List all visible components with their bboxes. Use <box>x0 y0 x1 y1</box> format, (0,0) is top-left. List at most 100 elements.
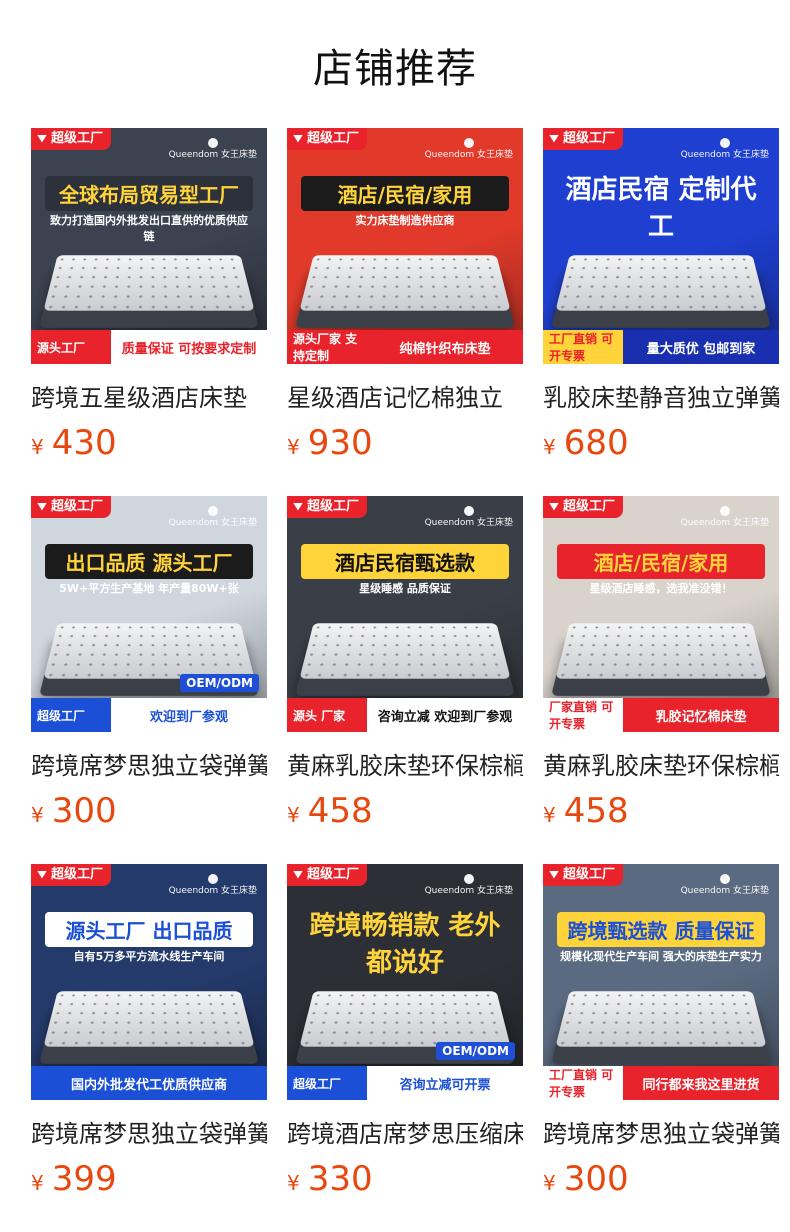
product-price: ¥680 <box>543 423 779 463</box>
super-factory-badge: 超级工厂 <box>31 496 112 518</box>
mattress-illustration <box>43 255 255 311</box>
product-name[interactable]: 跨境席梦思独立袋弹簧 <box>31 1114 267 1149</box>
image-headline: 酒店民宿甄选款 <box>301 544 509 579</box>
product-name[interactable]: 跨境五星级酒店床垫 <box>31 378 267 413</box>
price-value: 458 <box>563 791 629 831</box>
product-name[interactable]: 跨境酒店席梦思压缩床垫 <box>287 1114 523 1149</box>
price-value: 330 <box>307 1159 373 1199</box>
price-value: 300 <box>563 1159 629 1199</box>
product-price: ¥399 <box>31 1159 267 1199</box>
product-price: ¥330 <box>287 1159 523 1199</box>
image-subline: 自有5万多平方流水线生产车间 <box>73 950 225 963</box>
product-image[interactable]: 超级工厂 Queendom 女王床垫 源头工厂 出口品质 自有5万多平方流水线生… <box>31 864 267 1100</box>
footer-left-label: 超级工厂 <box>31 698 111 732</box>
product-card[interactable]: 超级工厂 Queendom 女王床垫 酒店民宿 定制代工 工厂直销 可开专票 量… <box>543 128 779 463</box>
footer-right-label: 纯棉针织布床垫 <box>367 330 523 364</box>
product-card[interactable]: 超级工厂 Queendom 女王床垫 酒店/民宿/家用 星级酒店睡感，选我准没错… <box>543 496 779 831</box>
brand-logo: Queendom 女王床垫 <box>681 138 769 160</box>
super-factory-badge: 超级工厂 <box>287 496 368 518</box>
footer-right-label: 国内外批发代工优质供应商 <box>31 1066 267 1100</box>
product-card[interactable]: 超级工厂 Queendom 女王床垫 跨境甄选款 质量保证 规模化现代生产车间 … <box>543 864 779 1199</box>
image-subline: 规模化现代生产车间 强大的床垫生产实力 <box>560 950 762 963</box>
product-image[interactable]: 超级工厂 Queendom 女王床垫 出口品质 源头工厂 5W+平方生产基地 年… <box>31 496 267 732</box>
product-card[interactable]: 超级工厂 Queendom 女王床垫 酒店民宿甄选款 星级睡感 品质保证 源头 … <box>287 496 523 831</box>
image-background <box>31 128 267 364</box>
badge-label: 超级工厂 <box>307 867 360 882</box>
image-background <box>543 128 779 364</box>
oem-odm-tag: OEM/ODM <box>180 674 259 692</box>
price-value: 300 <box>51 791 117 831</box>
product-name[interactable]: 跨境席梦思独立袋弹簧 <box>31 746 267 781</box>
image-headline: 源头工厂 出口品质 <box>45 912 253 947</box>
image-footer-bar: 工厂直销 可开专票 同行都来我这里进货 <box>543 1066 779 1100</box>
image-headline: 酒店/民宿/家用 <box>557 544 765 579</box>
product-image[interactable]: 超级工厂 Queendom 女王床垫 酒店民宿 定制代工 工厂直销 可开专票 量… <box>543 128 779 364</box>
image-footer-bar: 超级工厂 咨询立减可开票 <box>287 1066 523 1100</box>
badge-label: 超级工厂 <box>51 499 104 514</box>
product-card[interactable]: 超级工厂 Queendom 女王床垫 酒店/民宿/家用 实力床垫制造供应商 源头… <box>287 128 523 463</box>
badge-label: 超级工厂 <box>563 499 616 514</box>
brand-logo: Queendom 女王床垫 <box>425 506 513 528</box>
brand-logo: Queendom 女王床垫 <box>681 506 769 528</box>
image-background <box>31 864 267 1100</box>
mattress-illustration <box>299 623 511 679</box>
diamond-icon <box>293 870 303 879</box>
product-image[interactable]: 超级工厂 Queendom 女王床垫 酒店民宿甄选款 星级睡感 品质保证 源头 … <box>287 496 523 732</box>
currency-symbol: ¥ <box>31 803 44 827</box>
footer-left-label: 源头工厂 <box>31 330 111 364</box>
product-card[interactable]: 超级工厂 Queendom 女王床垫 出口品质 源头工厂 5W+平方生产基地 年… <box>31 496 267 831</box>
product-price: ¥930 <box>287 423 523 463</box>
footer-left-label: 工厂直销 可开专票 <box>543 1066 623 1100</box>
badge-label: 超级工厂 <box>307 499 360 514</box>
product-name[interactable]: 星级酒店记忆棉独立 <box>287 378 523 413</box>
diamond-icon <box>549 134 559 143</box>
product-card[interactable]: 超级工厂 Queendom 女王床垫 源头工厂 出口品质 自有5万多平方流水线生… <box>31 864 267 1199</box>
image-headline: 跨境甄选款 质量保证 <box>557 912 765 947</box>
image-subline: 5W+平方生产基地 年产量80W+张 <box>59 582 239 595</box>
product-card[interactable]: 超级工厂 Queendom 女王床垫 全球布局贸易型工厂 致力打造国内外批发出口… <box>31 128 267 463</box>
mattress-illustration <box>555 991 767 1047</box>
image-footer-bar: 源头工厂 质量保证 可按要求定制 <box>31 330 267 364</box>
product-image[interactable]: 超级工厂 Queendom 女王床垫 跨境甄选款 质量保证 规模化现代生产车间 … <box>543 864 779 1100</box>
brand-logo: Queendom 女王床垫 <box>681 874 769 896</box>
currency-symbol: ¥ <box>543 1171 556 1195</box>
brand-label: Queendom 女王床垫 <box>424 518 513 528</box>
image-subline: 星级睡感 品质保证 <box>359 582 451 595</box>
currency-symbol: ¥ <box>287 803 300 827</box>
image-footer-bar: 国内外批发代工优质供应商 <box>31 1066 267 1100</box>
product-image[interactable]: 超级工厂 Queendom 女王床垫 跨境畅销款 老外都说好 OEM/ODM 超… <box>287 864 523 1100</box>
footer-right-label: 咨询立减可开票 <box>367 1066 523 1100</box>
image-background <box>31 496 267 732</box>
product-image[interactable]: 超级工厂 Queendom 女王床垫 全球布局贸易型工厂 致力打造国内外批发出口… <box>31 128 267 364</box>
brand-label: Queendom 女王床垫 <box>168 518 257 528</box>
product-image[interactable]: 超级工厂 Queendom 女王床垫 酒店/民宿/家用 实力床垫制造供应商 源头… <box>287 128 523 364</box>
image-subline: 星级酒店睡感，选我准没错！ <box>589 582 733 595</box>
oem-odm-tag: OEM/ODM <box>436 1042 515 1060</box>
brand-logo: Queendom 女王床垫 <box>425 138 513 160</box>
footer-right-label: 乳胶记忆棉床垫 <box>623 698 779 732</box>
image-footer-bar: 源头厂家 支持定制 纯棉针织布床垫 <box>287 330 523 364</box>
brand-mark-icon <box>207 138 218 148</box>
product-card[interactable]: 超级工厂 Queendom 女王床垫 跨境畅销款 老外都说好 OEM/ODM 超… <box>287 864 523 1199</box>
brand-label: Queendom 女王床垫 <box>680 886 769 896</box>
currency-symbol: ¥ <box>543 435 556 459</box>
image-headline: 出口品质 源头工厂 <box>45 544 253 579</box>
brand-label: Queendom 女王床垫 <box>680 150 769 160</box>
brand-logo: Queendom 女王床垫 <box>169 506 257 528</box>
product-image[interactable]: 超级工厂 Queendom 女王床垫 酒店/民宿/家用 星级酒店睡感，选我准没错… <box>543 496 779 732</box>
product-name[interactable]: 跨境席梦思独立袋弹簧 <box>543 1114 779 1149</box>
product-name[interactable]: 乳胶床垫静音独立弹簧 <box>543 378 779 413</box>
product-name[interactable]: 黄麻乳胶床垫环保棕榈 <box>543 746 779 781</box>
mattress-illustration <box>299 255 511 311</box>
footer-left-label: 源头厂家 支持定制 <box>287 330 367 364</box>
badge-label: 超级工厂 <box>307 131 360 146</box>
badge-label: 超级工厂 <box>563 867 616 882</box>
image-footer-bar: 工厂直销 可开专票 量大质优 包邮到家 <box>543 330 779 364</box>
currency-symbol: ¥ <box>543 803 556 827</box>
mattress-illustration <box>43 991 255 1047</box>
footer-left-label: 厂家直销 可开专票 <box>543 698 623 732</box>
image-footer-bar: 厂家直销 可开专票 乳胶记忆棉床垫 <box>543 698 779 732</box>
product-price: ¥430 <box>31 423 267 463</box>
badge-label: 超级工厂 <box>563 131 616 146</box>
product-name[interactable]: 黄麻乳胶床垫环保棕榈 <box>287 746 523 781</box>
